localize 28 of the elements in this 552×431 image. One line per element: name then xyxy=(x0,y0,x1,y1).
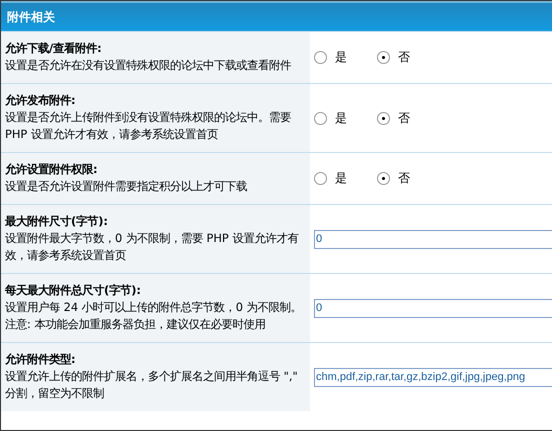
panel-title: 附件相关 xyxy=(1,1,552,31)
radio-option[interactable]: 否 xyxy=(377,49,410,66)
input-field[interactable]: chm,pdf,zip,rar,tar,gz,bzip2,gif,jpg,jpeg,png xyxy=(314,368,552,386)
radio-option[interactable]: 否 xyxy=(377,110,410,126)
setting-label: 允许附件类型: xyxy=(5,351,77,368)
setting-label: 允许下载/查看附件: xyxy=(5,40,103,57)
radio-button[interactable] xyxy=(377,51,390,64)
radio-option[interactable]: 否 xyxy=(377,170,410,187)
radio-option[interactable]: 是 xyxy=(314,170,347,187)
setting-label: 允许发布附件: xyxy=(5,92,77,109)
radio-button[interactable] xyxy=(314,112,327,124)
setting-description: 设置用户每 24 小时可以上传的附件总字节数，0 为不限制。注意: 本功能会加重服务器负担，建议仅在必要时使用 xyxy=(5,299,303,333)
radio-option[interactable]: 是 xyxy=(314,49,347,66)
setting-label: 最大附件尺寸(字节): xyxy=(5,213,109,230)
setting-description: 设置附件最大字节数，0 为不限制，需要 PHP 设置允许才有效，请参考系统设置首页 xyxy=(5,230,300,264)
setting-description: 设置是否允许上传附件到没有设置特殊权限的论坛中。需要 PHP 设置允许才有效，请参考系统设置首页 xyxy=(5,109,292,143)
setting-description: 设置允许上传的附件扩展名，多个扩展名之间用半角逗号 "," 分割，留空为不限制 xyxy=(5,368,299,402)
setting-description: 设置是否允许设置附件需要指定积分以上才可下载 xyxy=(5,178,248,195)
radio-button[interactable] xyxy=(314,172,327,185)
setting-description: 设置是否允许在没有设置特殊权限的论坛中下载或查看附件 xyxy=(5,57,292,74)
radio-button[interactable] xyxy=(377,112,390,124)
input-field[interactable]: 0 xyxy=(314,298,552,318)
radio-button[interactable] xyxy=(314,51,327,64)
setting-label: 允许设置附件权限: xyxy=(5,161,99,178)
setting-label: 每天最大附件总尺寸(字节): xyxy=(5,282,142,299)
radio-button[interactable] xyxy=(377,172,390,185)
radio-option[interactable]: 是 xyxy=(314,110,347,126)
input-field[interactable]: 0 xyxy=(314,230,552,248)
